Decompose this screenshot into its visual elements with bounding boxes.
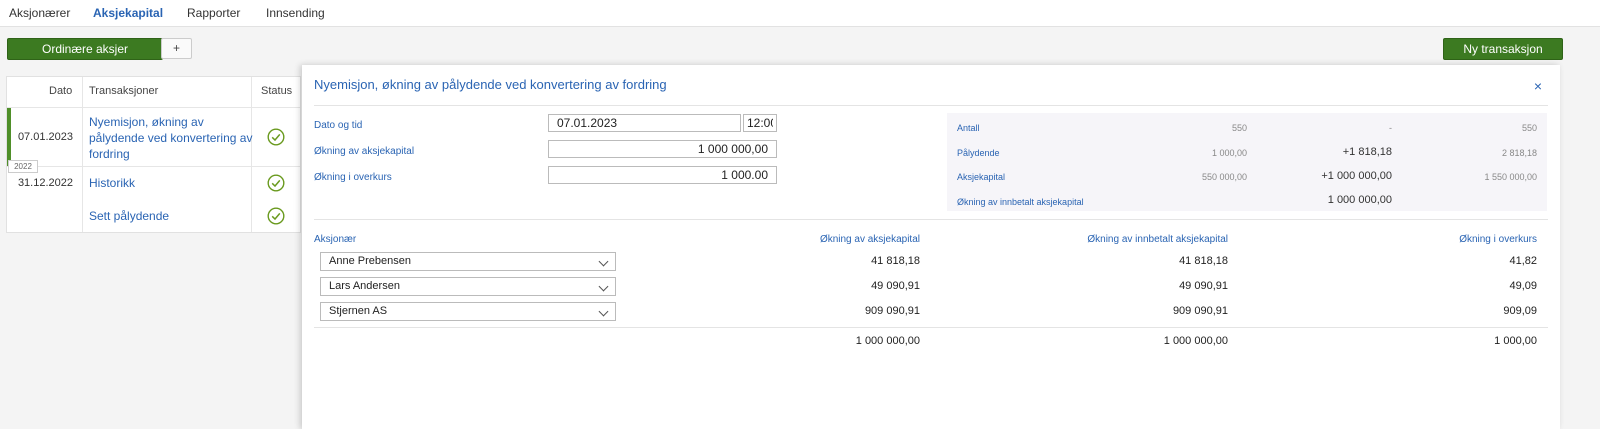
- capital-increase-input[interactable]: [548, 140, 777, 158]
- summary-change: -: [1389, 123, 1392, 133]
- shareholder-select[interactable]: Stjernen AS: [320, 302, 616, 321]
- total-premium: 1 000,00: [1494, 335, 1537, 347]
- summary-label-innbetalt: Økning av innbetalt aksjekapital: [957, 197, 1084, 207]
- paid-in-value: 41 818,18: [1179, 255, 1228, 267]
- shareholder-name: Lars Andersen: [329, 280, 400, 292]
- shareholder-select[interactable]: Anne Prebensen: [320, 252, 616, 271]
- check-circle-icon: [267, 128, 285, 146]
- row-date: 31.12.2022: [17, 177, 73, 189]
- premium-value: 909,09: [1503, 305, 1537, 317]
- tab-aksjekapital[interactable]: Aksjekapital: [93, 6, 163, 20]
- summary-label-antall: Antall: [957, 123, 980, 133]
- add-share-class-button[interactable]: +: [161, 38, 192, 59]
- tab-rapporter[interactable]: Rapporter: [187, 6, 240, 20]
- summary-label-palydende: Pålydende: [957, 148, 1000, 158]
- premium-value: 41,82: [1509, 255, 1537, 267]
- summary-before: 550: [1231, 123, 1247, 133]
- transaction-link-sett-palydende[interactable]: Sett pålydende: [89, 208, 257, 224]
- summary-before: 550 000,00: [1201, 172, 1247, 182]
- summary-box: Antall 550 - 550 Pålydende 1 000,00 +1 8…: [947, 113, 1547, 211]
- shareholder-name: Stjernen AS: [329, 305, 388, 317]
- tab-innsending[interactable]: Innsending: [266, 6, 325, 20]
- col-header-paid-in: Økning av innbetalt aksjekapital: [1087, 234, 1228, 245]
- row-date: 07.01.2023: [17, 131, 73, 143]
- paid-in-value: 909 090,91: [1172, 305, 1228, 317]
- premium-increase-label: Økning i overkurs: [314, 172, 392, 183]
- summary-label-aksjekapital: Aksjekapital: [957, 172, 1006, 182]
- time-input[interactable]: [743, 114, 777, 132]
- summary-change: +1 818,18: [1342, 146, 1392, 158]
- share-class-button[interactable]: Ordinære aksjer: [7, 38, 163, 60]
- header-transactions: Transaksjoner: [89, 85, 159, 97]
- row-divider: [7, 166, 300, 167]
- year-badge: 2022: [8, 160, 38, 173]
- total-capital: 1 000 000,00: [855, 335, 920, 347]
- row-divider: [7, 107, 300, 108]
- shareholder-name: Anne Prebensen: [329, 255, 411, 267]
- check-circle-icon: [267, 174, 285, 192]
- divider: [314, 105, 1548, 106]
- tab-aksjonaerer[interactable]: Aksjonærer: [9, 6, 70, 20]
- capital-increase-label: Økning av aksjekapital: [314, 146, 415, 157]
- col-header-capital: Økning av aksjekapital: [819, 234, 920, 245]
- summary-after: 1 550 000,00: [1484, 172, 1537, 182]
- premium-increase-input[interactable]: [548, 166, 777, 184]
- capital-value: 909 090,91: [864, 305, 920, 317]
- date-input[interactable]: [548, 114, 741, 132]
- divider: [314, 219, 1548, 220]
- capital-value: 41 818,18: [871, 255, 920, 267]
- check-circle-icon: [267, 207, 285, 225]
- summary-after: 550: [1521, 123, 1537, 133]
- summary-before: 1 000,00: [1211, 148, 1247, 158]
- close-icon[interactable]: ×: [1534, 78, 1542, 94]
- chevron-down-icon: [598, 306, 609, 317]
- transaction-link-historikk[interactable]: Historikk: [89, 175, 257, 191]
- summary-after: 2 818,18: [1501, 148, 1537, 158]
- header-status: Status: [261, 85, 293, 97]
- summary-change: +1 000 000,00: [1321, 170, 1392, 182]
- shareholder-select[interactable]: Lars Andersen: [320, 277, 616, 296]
- paid-in-value: 49 090,91: [1179, 280, 1228, 292]
- top-nav: Aksjonærer Aksjekapital Rapporter Innsen…: [0, 0, 1600, 27]
- column-divider: [82, 77, 83, 232]
- new-transaction-button[interactable]: Ny transaksjon: [1443, 38, 1563, 60]
- header-date: Dato: [49, 85, 73, 97]
- summary-change: 1 000 000,00: [1327, 194, 1392, 206]
- chevron-down-icon: [598, 281, 609, 292]
- col-header-premium: Økning i overkurs: [1459, 234, 1537, 245]
- panel-title: Nyemisjon, økning av pålydende ved konve…: [314, 77, 667, 92]
- transactions-table: Dato Transaksjoner Status 07.01.2023 Nye…: [6, 76, 301, 233]
- capital-value: 49 090,91: [871, 280, 920, 292]
- date-time-label: Dato og tid: [314, 120, 363, 131]
- transaction-detail-panel: Nyemisjon, økning av pålydende ved konve…: [302, 65, 1560, 429]
- transaction-link-nyemisjon[interactable]: Nyemisjon, økning av pålydende ved konve…: [89, 114, 257, 162]
- chevron-down-icon: [598, 256, 609, 267]
- total-paid-in: 1 000 000,00: [1163, 335, 1228, 347]
- premium-value: 49,09: [1509, 280, 1537, 292]
- col-header-shareholder: Aksjonær: [314, 234, 357, 245]
- totals-divider: [314, 327, 1548, 328]
